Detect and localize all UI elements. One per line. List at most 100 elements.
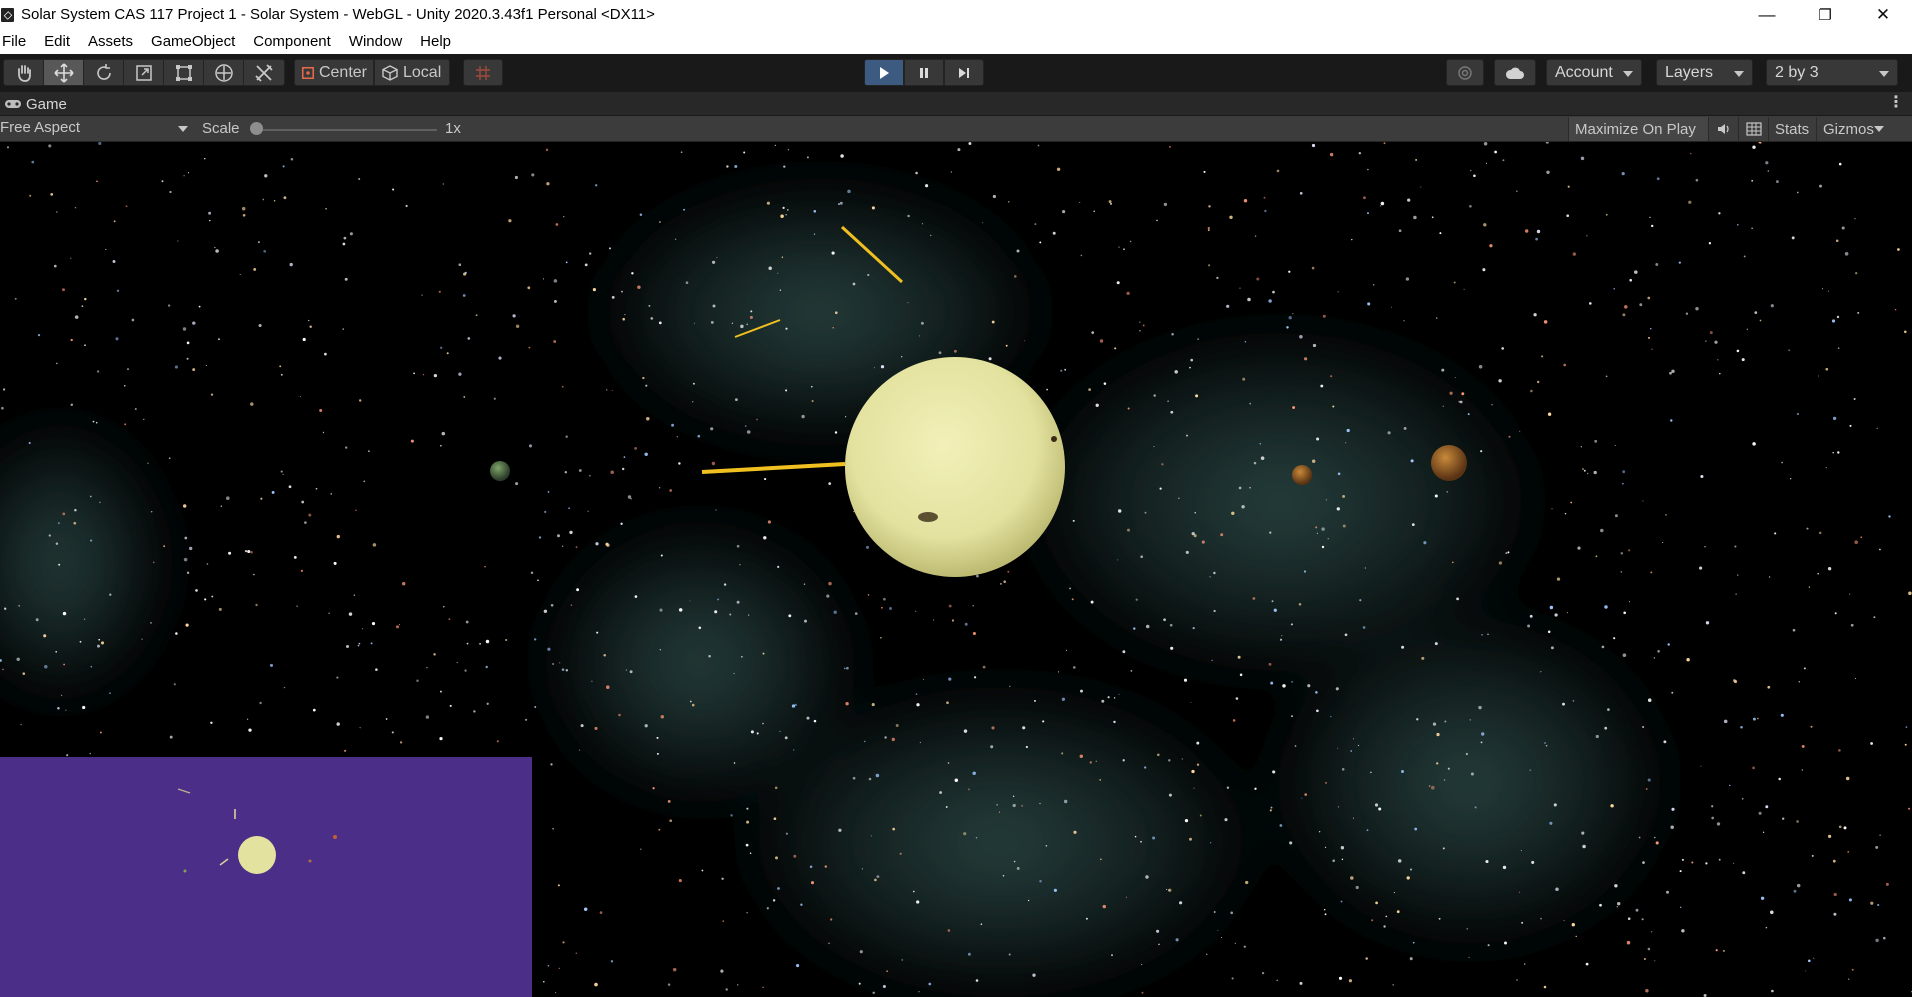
star xyxy=(946,701,949,705)
star xyxy=(620,522,623,526)
star xyxy=(763,536,767,540)
star xyxy=(1567,185,1570,188)
pivot-mode-button[interactable]: Center xyxy=(294,59,374,86)
restore-button[interactable]: ❐ xyxy=(1796,0,1854,29)
close-button[interactable]: ✕ xyxy=(1854,0,1912,29)
star xyxy=(1111,954,1113,956)
star xyxy=(873,367,875,369)
star xyxy=(1821,288,1824,290)
collab-history-button[interactable] xyxy=(1446,59,1484,86)
star xyxy=(508,219,512,223)
star xyxy=(1671,691,1674,694)
star xyxy=(1504,941,1507,945)
star xyxy=(1876,427,1878,430)
menu-file[interactable]: File xyxy=(0,33,35,50)
star xyxy=(1093,210,1095,213)
tab-game[interactable]: Game xyxy=(0,92,67,116)
star xyxy=(1860,536,1863,539)
star xyxy=(1085,917,1088,920)
star xyxy=(16,657,20,662)
star xyxy=(246,718,249,720)
step-button[interactable] xyxy=(944,59,984,86)
gizmos-dropdown[interactable]: Gizmos xyxy=(1816,117,1886,141)
minimize-button[interactable]: — xyxy=(1738,0,1796,29)
star xyxy=(63,663,65,666)
pause-button[interactable] xyxy=(904,59,944,86)
star xyxy=(1299,335,1303,339)
rect-tool-button[interactable] xyxy=(164,60,204,85)
star xyxy=(1796,412,1800,416)
star xyxy=(1737,224,1739,226)
menu-assets[interactable]: Assets xyxy=(86,33,142,50)
star xyxy=(1016,249,1020,253)
star xyxy=(1605,375,1608,378)
scale-slider-track[interactable] xyxy=(255,129,437,131)
star xyxy=(280,373,283,376)
star xyxy=(1197,338,1199,340)
star xyxy=(773,817,777,821)
star xyxy=(1806,527,1809,530)
stats-grid-toggle[interactable] xyxy=(1738,117,1768,141)
layout-dropdown[interactable]: 2 by 3 xyxy=(1766,59,1898,86)
star xyxy=(691,703,695,707)
menu-help[interactable]: Help xyxy=(418,33,460,50)
stats-toggle[interactable]: Stats xyxy=(1768,117,1816,141)
star xyxy=(621,467,625,471)
menu-edit[interactable]: Edit xyxy=(42,33,79,50)
tab-options-menu[interactable]: ⋮ xyxy=(1888,95,1904,111)
custom-tool-button[interactable] xyxy=(244,60,284,85)
transform-tool-button[interactable] xyxy=(204,60,244,85)
star xyxy=(1549,821,1553,825)
star xyxy=(1775,180,1779,184)
star xyxy=(594,982,598,987)
rotate-tool-button[interactable] xyxy=(84,60,124,85)
star xyxy=(923,678,925,681)
star xyxy=(975,837,978,839)
star xyxy=(1169,623,1173,627)
star xyxy=(325,207,327,210)
hand-tool-icon xyxy=(17,64,31,82)
star xyxy=(1436,317,1438,319)
star xyxy=(1231,977,1234,980)
star xyxy=(1843,826,1847,830)
aspect-dropdown[interactable]: Free Aspect xyxy=(0,119,190,139)
grid-snap-button[interactable] xyxy=(463,59,503,86)
hand-tool-button[interactable] xyxy=(4,60,44,85)
move-tool-button[interactable] xyxy=(44,60,84,85)
star xyxy=(1654,960,1656,962)
star xyxy=(901,356,903,358)
star xyxy=(865,545,870,549)
star xyxy=(558,967,560,970)
star xyxy=(596,631,599,634)
menu-window[interactable]: Window xyxy=(347,33,411,50)
star xyxy=(1529,769,1531,771)
star xyxy=(473,710,476,713)
scale-slider-thumb[interactable] xyxy=(250,122,263,135)
star xyxy=(1546,170,1550,175)
star xyxy=(280,470,283,473)
star xyxy=(938,351,942,355)
layers-dropdown[interactable]: Layers xyxy=(1656,59,1753,86)
menu-component[interactable]: Component xyxy=(251,33,340,50)
star xyxy=(163,545,166,548)
star xyxy=(1575,935,1577,938)
star xyxy=(578,749,581,751)
scale-tool-button[interactable] xyxy=(124,60,164,85)
account-dropdown[interactable]: Account xyxy=(1546,59,1642,86)
menu-gameobject[interactable]: GameObject xyxy=(149,33,244,50)
cloud-button[interactable] xyxy=(1494,59,1536,86)
star xyxy=(1651,348,1653,350)
star xyxy=(1016,866,1020,870)
star xyxy=(109,692,111,694)
star xyxy=(209,219,211,222)
pivot-rotation-button[interactable]: Local xyxy=(374,59,450,86)
play-button[interactable] xyxy=(864,59,904,86)
star xyxy=(584,263,588,267)
maximize-on-play-toggle[interactable]: Maximize On Play xyxy=(1568,117,1708,141)
game-viewport[interactable] xyxy=(0,142,1912,997)
star xyxy=(1571,923,1575,927)
star xyxy=(1207,226,1210,230)
star xyxy=(485,665,488,669)
mute-audio-toggle[interactable] xyxy=(1708,117,1738,141)
star xyxy=(343,236,347,240)
